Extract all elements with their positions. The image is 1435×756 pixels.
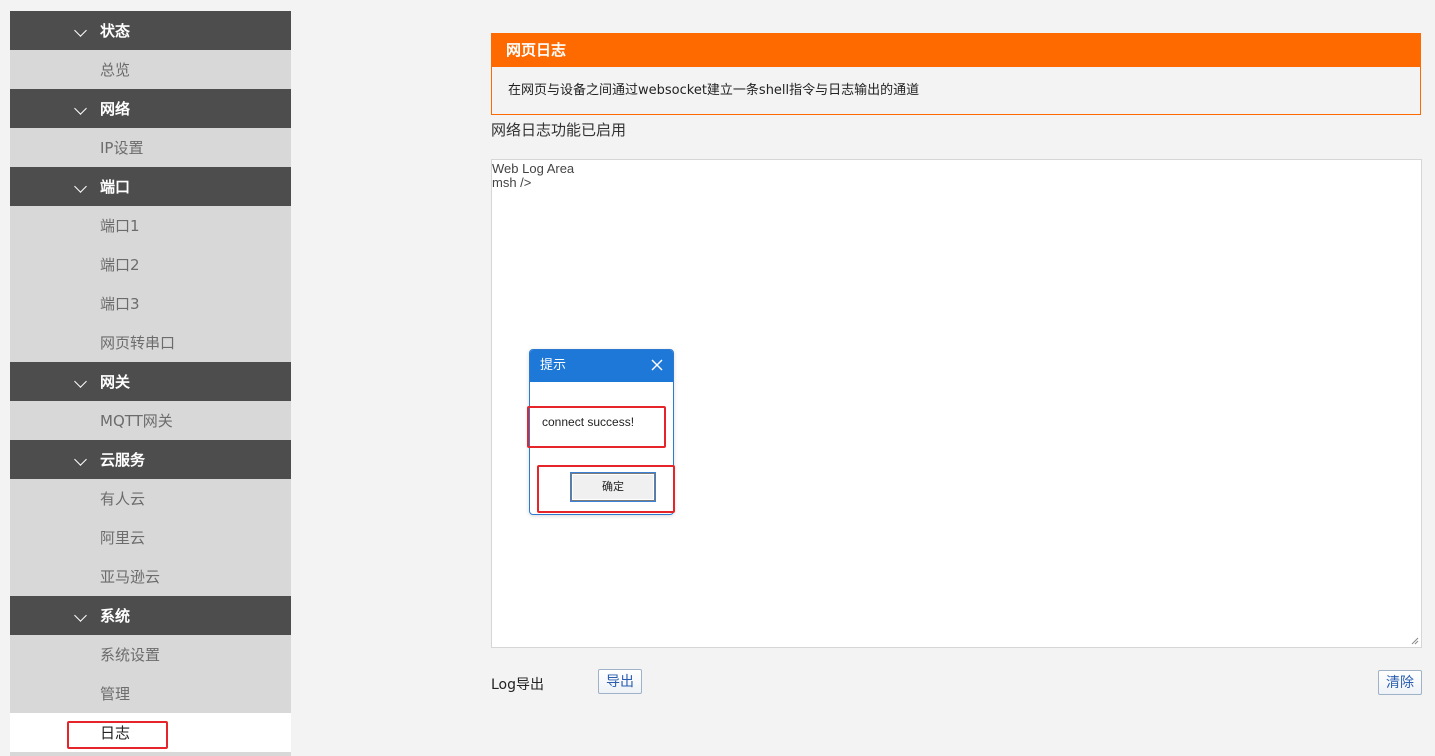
sidebar-item-overview[interactable]: 总览	[10, 50, 291, 89]
log-line: msh />	[492, 175, 532, 190]
resize-handle-icon[interactable]	[1411, 637, 1419, 645]
panel-description: 在网页与设备之间通过websocket建立一条shell指令与日志输出的通道	[508, 83, 920, 98]
highlight-box-ok-button	[537, 465, 675, 513]
sidebar-item-system-settings[interactable]: 系统设置	[10, 635, 291, 674]
main-content: 网页日志 在网页与设备之间通过websocket建立一条shell指令与日志输出…	[291, 11, 1435, 756]
chevron-down-icon	[74, 23, 87, 37]
log-status-text: 网络日志功能已启用	[491, 121, 627, 139]
sidebar-nav: 状态 总览 网络 IP设置 端口 端口1 端口2 端口3 网页转串口 网关 MQ…	[10, 11, 291, 756]
nav-group-cloud[interactable]: 云服务	[10, 440, 291, 479]
close-icon[interactable]	[650, 358, 664, 372]
sidebar-item-management[interactable]: 管理	[10, 674, 291, 713]
nav-group-label: 系统	[100, 607, 131, 625]
export-button[interactable]: 导出	[598, 669, 642, 694]
dialog-title: 提示	[540, 358, 567, 373]
highlight-box-log-item	[67, 721, 168, 749]
nav-group-label: 网络	[100, 100, 131, 118]
clear-button[interactable]: 清除	[1378, 670, 1422, 695]
chevron-down-icon	[74, 179, 87, 193]
chevron-down-icon	[74, 374, 87, 388]
sidebar-item-aws[interactable]: 亚马逊云	[10, 557, 291, 596]
nav-group-gateway[interactable]: 网关	[10, 362, 291, 401]
sidebar-item-aliyun[interactable]: 阿里云	[10, 518, 291, 557]
nav-group-label: 状态	[100, 22, 131, 40]
chevron-down-icon	[74, 101, 87, 115]
nav-group-ports[interactable]: 端口	[10, 167, 291, 206]
sidebar-item-ip-settings[interactable]: IP设置	[10, 128, 291, 167]
sidebar-item-port-2[interactable]: 端口2	[10, 245, 291, 284]
web-log-panel: 网页日志 在网页与设备之间通过websocket建立一条shell指令与日志输出…	[491, 33, 1421, 115]
sidebar-item-port-3[interactable]: 端口3	[10, 284, 291, 323]
sidebar-item-mqtt-gateway[interactable]: MQTT网关	[10, 401, 291, 440]
nav-group-label: 端口	[100, 178, 131, 196]
panel-title: 网页日志	[492, 34, 1420, 67]
highlight-box-message	[527, 406, 666, 448]
chevron-down-icon	[74, 608, 87, 622]
nav-group-label: 云服务	[100, 451, 146, 469]
chevron-down-icon	[74, 452, 87, 466]
sidebar-item-web-to-serial[interactable]: 网页转串口	[10, 323, 291, 362]
sidebar-item-port-1[interactable]: 端口1	[10, 206, 291, 245]
sidebar-item-usr-cloud[interactable]: 有人云	[10, 479, 291, 518]
log-line: Web Log Area	[492, 161, 575, 176]
nav-group-status[interactable]: 状态	[10, 11, 291, 50]
nav-group-system[interactable]: 系统	[10, 596, 291, 635]
log-export-label: Log导出	[491, 677, 545, 693]
nav-group-network[interactable]: 网络	[10, 89, 291, 128]
nav-group-label: 网关	[100, 373, 131, 391]
log-export-row: Log导出 导出 清除	[491, 668, 1422, 696]
